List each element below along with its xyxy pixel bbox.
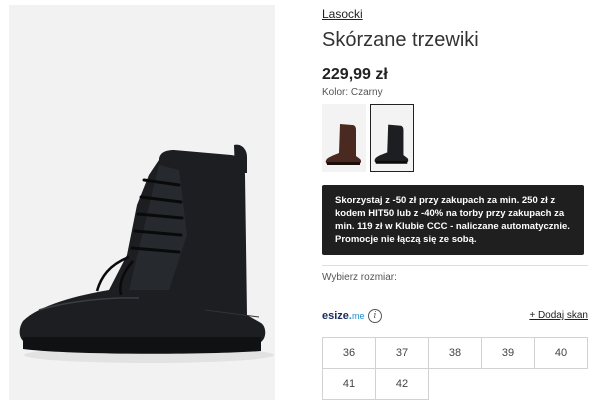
promo-line: Skorzystaj z -50 zł przy zakupach za min… [335, 195, 556, 206]
product-title: Skórzane trzewiki [322, 29, 479, 51]
product-image[interactable] [9, 5, 275, 400]
size-option-39[interactable]: 39 [481, 337, 535, 369]
add-scan-link[interactable]: + Dodaj skan [529, 310, 588, 321]
black-boot-thumbnail [374, 124, 409, 164]
color-swatch-black[interactable] [370, 104, 414, 172]
boot-image [19, 144, 274, 363]
brand-link[interactable]: Lasocki [322, 7, 363, 21]
promo-line: Promocje nie łączą się ze sobą. [335, 234, 477, 245]
promo-line: kodem HIT50 lub z -40% na torby przy zak… [335, 208, 565, 219]
size-option-37[interactable]: 37 [375, 337, 429, 369]
esize-logo[interactable]: esize. me [322, 309, 365, 323]
esize-logo-text: esize [322, 310, 349, 322]
brown-boot-thumbnail [325, 124, 362, 165]
size-option-41[interactable]: 41 [322, 368, 376, 400]
divider [322, 265, 588, 266]
size-label: Wybierz rozmiar: [322, 272, 397, 283]
promo-line: min. 119 zł w Klubie CCC - naliczane aut… [335, 221, 570, 232]
esize-logo-tld: me [351, 311, 365, 321]
size-option-40[interactable]: 40 [534, 337, 588, 369]
product-price: 229,99 zł [322, 66, 388, 83]
info-icon[interactable]: i [368, 309, 382, 323]
size-option-38[interactable]: 38 [428, 337, 482, 369]
size-option-42[interactable]: 42 [375, 368, 429, 400]
product-info: Lasocki Skórzane trzewiki 229,99 zł Kolo… [322, 0, 592, 400]
promo-banner: Skorzystaj z -50 zł przy zakupach za min… [322, 185, 584, 255]
color-swatch-brown[interactable] [322, 104, 366, 172]
color-label: Kolor: Czarny [322, 87, 383, 98]
size-option-36[interactable]: 36 [322, 337, 376, 369]
